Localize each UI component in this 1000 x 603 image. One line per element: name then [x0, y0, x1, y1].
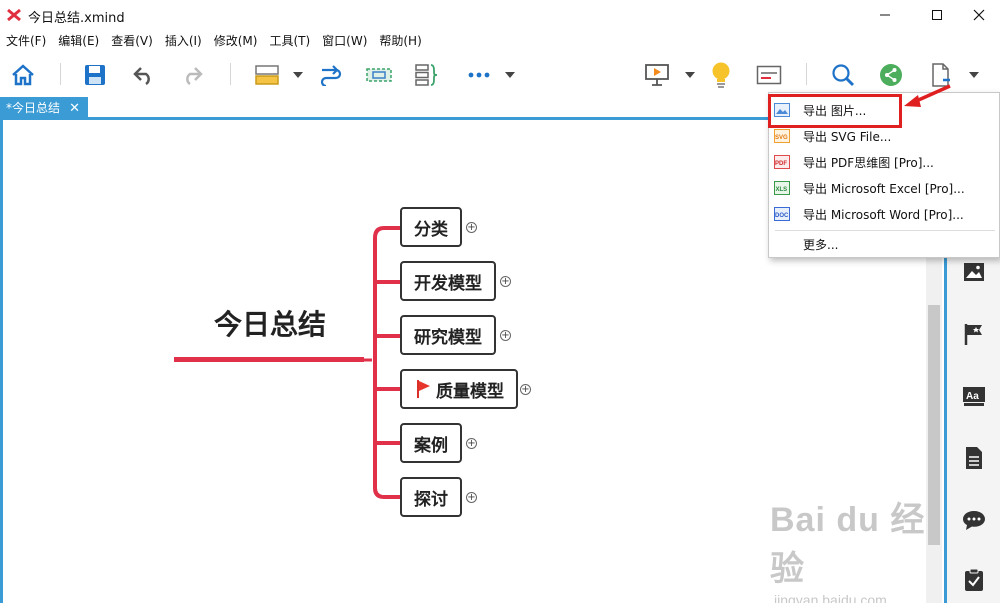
topic-label: 开发模型 — [414, 273, 482, 294]
expand-plus-icon[interactable]: + — [466, 492, 477, 503]
topic-node[interactable]: 探讨 — [400, 477, 462, 517]
image-panel-button[interactable] — [960, 258, 988, 286]
export-more-label: 更多... — [803, 237, 839, 252]
red-flag-icon — [417, 380, 430, 398]
topic-label: 质量模型 — [436, 381, 504, 402]
format-panel-button[interactable]: Aa — [960, 383, 988, 411]
topic-label: 案例 — [414, 435, 448, 456]
svg-text:SVG: SVG — [775, 135, 788, 141]
notes-panel-button[interactable] — [960, 444, 988, 472]
central-underline — [174, 357, 364, 362]
export-item-label: 导出 SVG File... — [803, 129, 892, 144]
comments-panel-button[interactable] — [960, 506, 988, 534]
topic-node[interactable]: 案例 — [400, 423, 462, 463]
doc-file-icon: DOC — [774, 207, 790, 221]
svg-text:DOC: DOC — [775, 213, 789, 219]
topic-node[interactable]: 开发模型 — [400, 261, 496, 301]
expand-plus-icon[interactable]: + — [466, 222, 477, 233]
notes-icon — [966, 447, 982, 469]
baidu-watermark: Bai du 经验 jingyan.baidu.com — [770, 492, 940, 603]
export-pdf-item[interactable]: PDF 导出 PDF思维图 [Pro]... — [769, 149, 1000, 175]
comment-icon — [963, 511, 985, 530]
svg-text:Aa: Aa — [966, 391, 979, 402]
marker-panel-button[interactable] — [960, 320, 988, 348]
export-item-label: 导出 PDF思维图 [Pro]... — [803, 155, 934, 170]
highlight-box — [768, 94, 902, 128]
export-excel-item[interactable]: XLS 导出 Microsoft Excel [Pro]... — [769, 175, 1000, 201]
flag-icon — [964, 324, 982, 345]
topic-label: 研究模型 — [414, 327, 482, 348]
svg-file-icon: SVG — [774, 129, 790, 143]
expand-plus-icon[interactable]: + — [466, 438, 477, 449]
svg-text:XLS: XLS — [776, 187, 788, 193]
red-arrow-icon — [904, 84, 951, 107]
task-panel-button[interactable] — [960, 566, 988, 594]
text-format-icon: Aa — [963, 387, 985, 406]
topic-node[interactable]: 分类 — [400, 207, 462, 247]
expand-plus-icon[interactable]: + — [520, 384, 531, 395]
export-word-item[interactable]: DOC 导出 Microsoft Word [Pro]... — [769, 201, 1000, 227]
central-topic[interactable]: 今日总结 — [190, 303, 350, 343]
watermark-main: Bai du 经验 — [770, 501, 926, 588]
svg-text:PDF: PDF — [775, 161, 787, 167]
xls-file-icon: XLS — [774, 181, 790, 195]
topic-node[interactable]: 研究模型 — [400, 315, 496, 355]
pdf-file-icon: PDF — [774, 155, 790, 169]
clipboard-check-icon — [965, 568, 983, 591]
export-item-label: 导出 Microsoft Word [Pro]... — [803, 207, 964, 222]
topic-node[interactable]: 质量模型 — [400, 369, 518, 409]
export-more-item[interactable]: 更多... — [769, 231, 1000, 257]
watermark-url: jingyan.baidu.com — [774, 592, 887, 603]
export-item-label: 导出 Microsoft Excel [Pro]... — [803, 181, 965, 196]
close-window-button[interactable] — [956, 0, 1000, 30]
expand-plus-icon[interactable]: + — [500, 276, 511, 287]
image-icon — [964, 263, 984, 281]
chevron-down-icon — [969, 72, 979, 78]
expand-plus-icon[interactable]: + — [500, 330, 511, 341]
close-icon — [973, 9, 985, 21]
export-dropdown-button[interactable] — [962, 53, 986, 97]
topic-label: 探讨 — [414, 489, 448, 510]
topic-label: 分类 — [414, 219, 448, 240]
